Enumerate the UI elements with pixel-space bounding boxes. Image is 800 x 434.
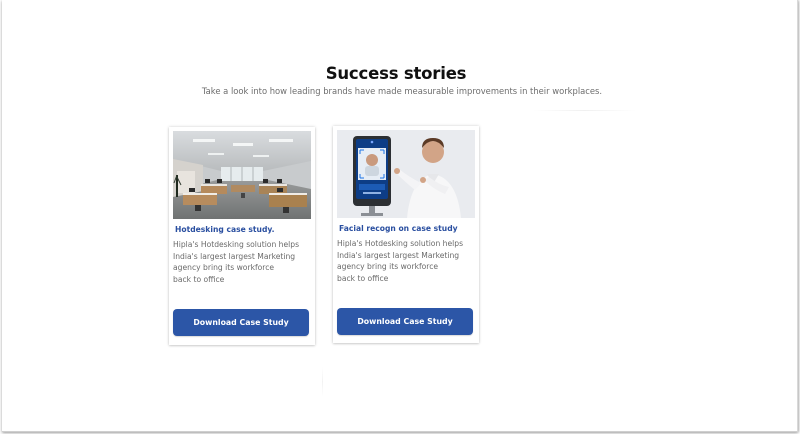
card-title: Hotdesking case study. xyxy=(175,225,275,234)
card-description: Hipla's Hotdesking solution helps India'… xyxy=(173,240,300,284)
card-title: Facial recogn on case study xyxy=(339,224,458,233)
section-title: Success stories xyxy=(325,64,467,83)
divider xyxy=(322,367,323,397)
download-case-study-button[interactable]: Download Case Study xyxy=(173,309,309,336)
office-photo xyxy=(173,131,311,219)
download-case-study-button[interactable]: Download Case Study xyxy=(337,308,473,335)
case-study-card-facial-recognition: Facial recogn on case study Hipla's Hotd… xyxy=(333,126,479,343)
facial-recognition-kiosk-photo xyxy=(337,130,475,218)
case-study-card-hotdesking: Hotdesking case study. Hipla's Hotdeskin… xyxy=(169,127,315,345)
office-image xyxy=(173,131,311,219)
divider xyxy=(532,110,637,111)
kiosk-image xyxy=(337,130,475,218)
section-subtitle: Take a look into how leading brands have… xyxy=(201,86,603,96)
page-frame: Success stories Take a look into how lea… xyxy=(2,0,798,432)
card-description: Hipla's Hotdesking solution helps India'… xyxy=(337,239,464,283)
